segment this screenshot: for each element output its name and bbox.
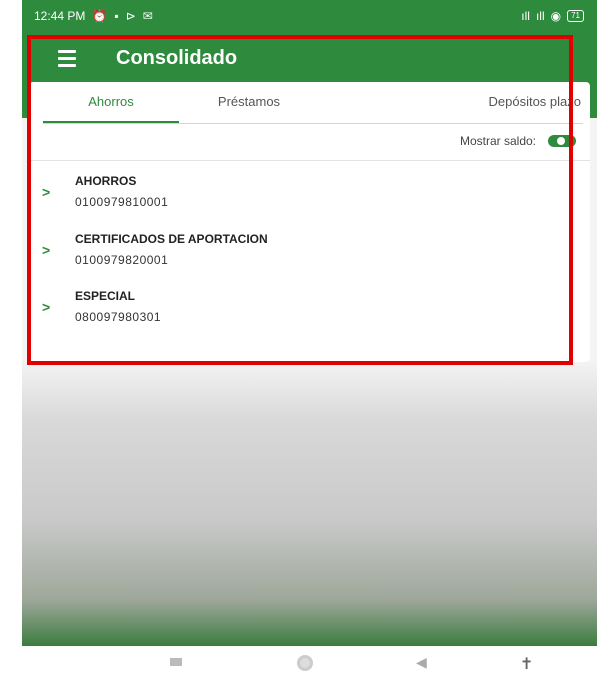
mail-icon: ✉ bbox=[142, 9, 153, 23]
status-time: 12:44 PM bbox=[34, 9, 86, 23]
highlight-box bbox=[27, 35, 573, 365]
battery-icon: 71 bbox=[567, 10, 584, 22]
accessibility-icon[interactable]: ✝ bbox=[520, 654, 533, 674]
wifi-icon: ◉ bbox=[550, 9, 562, 23]
recents-icon[interactable] bbox=[170, 658, 182, 666]
status-bar: 12:44 PM ⏰ ▪ ⊳ ✉ ıll ıll ◉ 71 bbox=[34, 6, 584, 26]
signal-icon: ıll bbox=[521, 9, 530, 23]
system-nav-bar: ◀ ✝ bbox=[0, 646, 613, 677]
message-icon: ▪ bbox=[114, 9, 119, 23]
back-icon[interactable]: ◀ bbox=[416, 654, 427, 671]
cast-icon: ⊳ bbox=[125, 9, 136, 23]
home-icon[interactable] bbox=[297, 655, 313, 671]
alarm-icon: ⏰ bbox=[92, 9, 108, 23]
signal-icon: ıll bbox=[535, 9, 545, 23]
